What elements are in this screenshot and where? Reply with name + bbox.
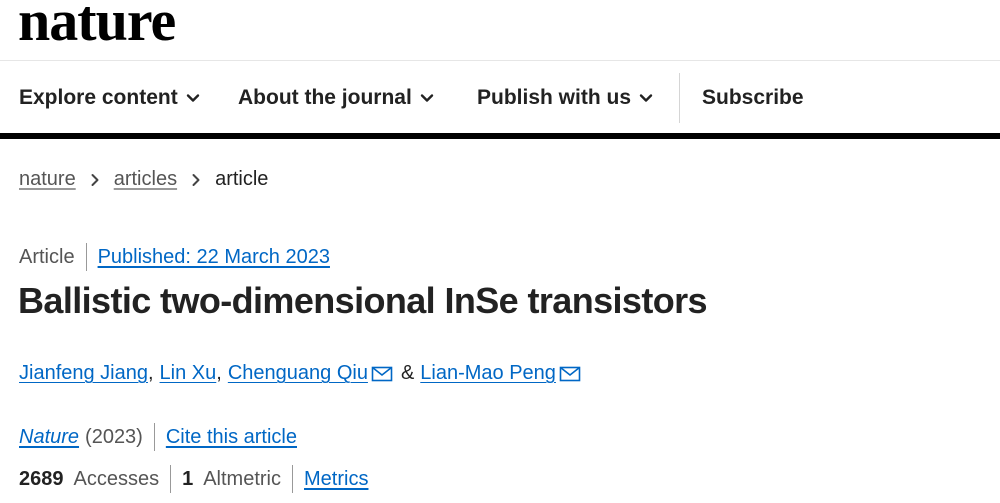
nature-logo[interactable]: nature bbox=[18, 0, 176, 50]
article-page: nature Explore content About the journal… bbox=[0, 0, 1000, 503]
nav-rule bbox=[0, 133, 1000, 139]
envelope-icon[interactable] bbox=[371, 366, 393, 382]
breadcrumb-current: article bbox=[215, 168, 269, 190]
published-date-link[interactable]: Published: 22 March 2023 bbox=[98, 246, 330, 269]
envelope-icon[interactable] bbox=[559, 366, 581, 382]
chevron-right-icon bbox=[91, 173, 99, 186]
chevron-down-icon bbox=[639, 93, 653, 102]
journal-link[interactable]: Nature bbox=[19, 426, 79, 449]
chevron-right-icon bbox=[192, 173, 200, 186]
author-link[interactable]: Lin Xu bbox=[160, 362, 217, 385]
breadcrumb-link-nature[interactable]: nature bbox=[19, 168, 76, 191]
nav-item-label: Publish with us bbox=[477, 85, 632, 109]
journal-year: (2023) bbox=[85, 425, 143, 448]
nav-explore-content[interactable]: Explore content bbox=[19, 61, 200, 134]
nav-item-label: Explore content bbox=[19, 85, 178, 109]
article-meta: Article Published: 22 March 2023 bbox=[19, 243, 330, 271]
author-list: Jianfeng Jiang, Lin Xu, Chenguang Qiu & … bbox=[19, 362, 581, 385]
breadcrumb-link-articles[interactable]: articles bbox=[114, 168, 177, 191]
chevron-down-icon bbox=[420, 93, 434, 102]
author-link[interactable]: Chenguang Qiu bbox=[228, 362, 368, 385]
nav-item-label: Subscribe bbox=[702, 85, 804, 109]
meta-divider bbox=[153, 423, 155, 451]
article-metrics: 2689 Accesses 1 Altmetric Metrics bbox=[19, 465, 368, 493]
altmetric-label: Altmetric bbox=[203, 467, 282, 490]
author-link[interactable]: Jianfeng Jiang bbox=[19, 362, 148, 385]
breadcrumb: nature articles article bbox=[19, 168, 268, 191]
article-title: Ballistic two-dimensional InSe transisto… bbox=[18, 280, 708, 321]
meta-divider bbox=[85, 243, 87, 271]
cite-article-link[interactable]: Cite this article bbox=[166, 426, 297, 449]
author-joiner: & bbox=[400, 362, 415, 384]
nav-about-journal[interactable]: About the journal bbox=[238, 61, 434, 134]
accesses-label: Accesses bbox=[73, 467, 160, 490]
author-link[interactable]: Lian-Mao Peng bbox=[420, 362, 556, 385]
nav-divider bbox=[679, 73, 680, 123]
metrics-link[interactable]: Metrics bbox=[304, 468, 368, 491]
nav-item-label: About the journal bbox=[238, 85, 412, 109]
meta-divider bbox=[170, 465, 172, 493]
nav-subscribe[interactable]: Subscribe bbox=[702, 61, 804, 134]
altmetric-count: 1 bbox=[182, 467, 194, 490]
author-separator: , bbox=[147, 362, 154, 384]
author-separator: , bbox=[216, 362, 222, 384]
accesses-count: 2689 bbox=[19, 467, 64, 490]
meta-divider bbox=[292, 465, 294, 493]
journal-citation: Nature (2023) Cite this article bbox=[19, 423, 297, 451]
chevron-down-icon bbox=[186, 93, 199, 102]
main-nav: Explore content About the journal Publis… bbox=[0, 61, 1000, 134]
article-type: Article bbox=[19, 245, 75, 268]
nav-publish-with-us[interactable]: Publish with us bbox=[477, 61, 653, 134]
